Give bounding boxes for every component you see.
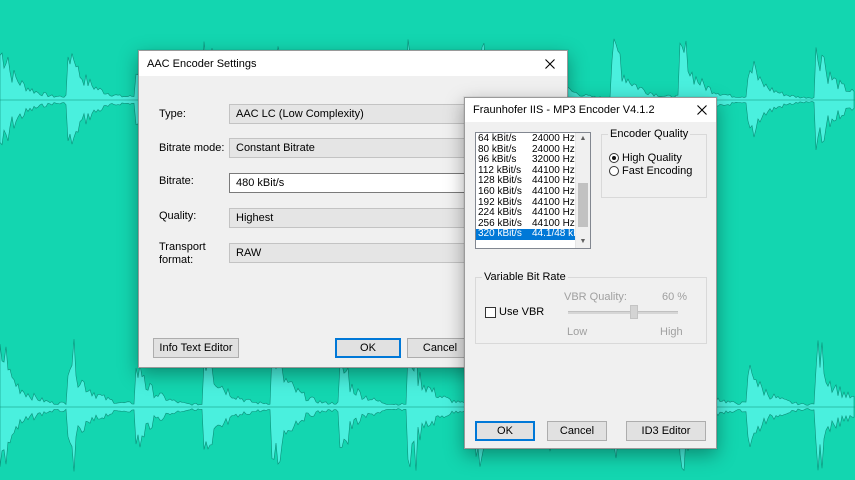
aac-dialog-title: AAC Encoder Settings	[147, 57, 257, 70]
close-icon[interactable]	[688, 98, 716, 122]
vbr-quality-slider-thumb[interactable]	[630, 305, 638, 319]
bitrate-list-item[interactable]: 160 kBit/s 44100 Hz	[476, 185, 576, 198]
vbr-quality-value: 60 %	[662, 291, 688, 303]
variable-bit-rate-group: Variable Bit Rate Use VBR VBR Quality: 6…	[475, 271, 707, 344]
use-vbr-label: Use VBR	[499, 306, 545, 318]
high-quality-label: High Quality	[622, 152, 682, 164]
scroll-down-arrow-icon[interactable]: ▼	[576, 236, 590, 248]
bitrate-mode-label: Bitrate mode:	[159, 142, 225, 154]
transport-format-label-line1: Transport	[159, 241, 206, 253]
bitrate-list-item[interactable]: 320 kBit/s 44.1/48 kHz	[476, 228, 585, 240]
aac-ok-button[interactable]: OK	[335, 338, 401, 358]
radio-button-icon[interactable]	[609, 166, 619, 176]
close-icon[interactable]	[533, 51, 567, 76]
mp3-dialog-title: Fraunhofer IIS - MP3 Encoder V4.1.2	[473, 104, 655, 116]
bitrate-label: Bitrate:	[159, 175, 194, 187]
scroll-up-arrow-icon[interactable]: ▲	[576, 133, 590, 145]
bitrate-list-scrollbar[interactable]: ▲ ▼	[575, 133, 590, 248]
use-vbr-checkbox[interactable]: Use VBR	[485, 306, 544, 318]
bitrate-value: 160 kBit/s	[478, 185, 522, 197]
scroll-thumb[interactable]	[578, 183, 588, 227]
mp3-encoder-dialog: Fraunhofer IIS - MP3 Encoder V4.1.2 64 k…	[464, 97, 717, 449]
mp3-cancel-button[interactable]: Cancel	[547, 421, 607, 441]
quality-label: Quality:	[159, 210, 197, 222]
mp3-ok-button[interactable]: OK	[475, 421, 535, 441]
radio-button-icon[interactable]	[609, 153, 619, 163]
id3-editor-button[interactable]: ID3 Editor	[626, 421, 706, 441]
fast-encoding-label: Fast Encoding	[622, 165, 693, 177]
info-text-editor-button[interactable]: Info Text Editor	[153, 338, 239, 358]
vbr-quality-label: VBR Quality:	[564, 291, 627, 303]
bitrate-value: 320 kBit/s	[478, 228, 522, 240]
type-label: Type:	[159, 108, 186, 120]
transport-format-label-line2: format:	[159, 254, 194, 266]
fast-encoding-radio[interactable]: Fast Encoding	[609, 165, 692, 177]
checkbox-icon[interactable]	[485, 306, 496, 318]
bitrate-list-item[interactable]: 64 kBit/s 24000 Hz	[476, 133, 576, 145]
bitrate-rows: 64 kBit/s 24000 Hz 80 kBit/s 24000 Hz 96 kBi…	[476, 133, 585, 240]
high-quality-radio[interactable]: High Quality	[609, 152, 682, 164]
vbr-quality-slider-track	[568, 311, 678, 314]
mp3-title-bar[interactable]: Fraunhofer IIS - MP3 Encoder V4.1.2	[465, 98, 716, 122]
vbr-low-label: Low	[567, 326, 588, 338]
vbr-caption: Variable Bit Rate	[482, 271, 568, 283]
encoder-quality-group: Encoder Quality High Quality Fast Encodi…	[601, 128, 707, 198]
vbr-high-label: High	[660, 326, 683, 338]
bitrate-value: 64 kBit/s	[478, 133, 517, 144]
aac-title-bar[interactable]: AAC Encoder Settings	[139, 51, 567, 76]
bitrate-listbox[interactable]: 64 kBit/s 24000 Hz 80 kBit/s 24000 Hz 96 kBi…	[475, 132, 591, 249]
encoder-quality-caption: Encoder Quality	[608, 128, 691, 140]
